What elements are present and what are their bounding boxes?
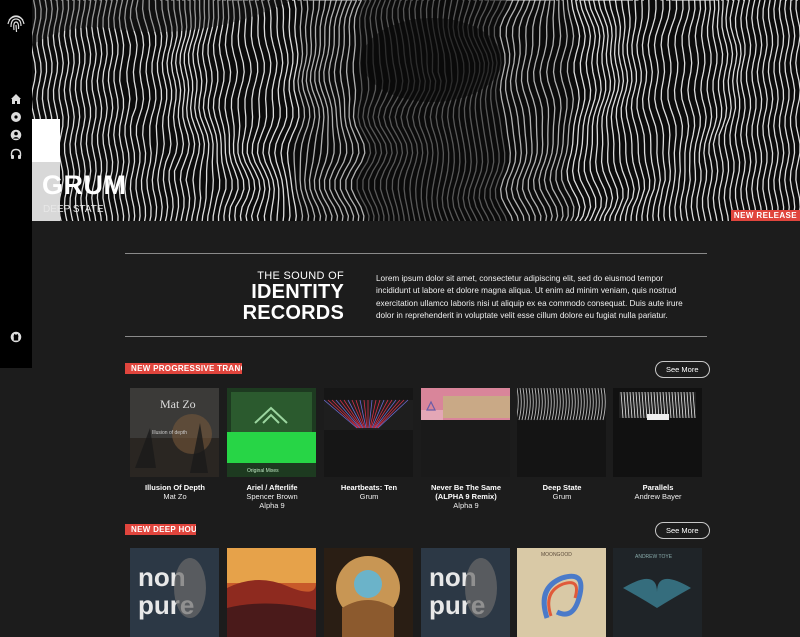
hero-banner[interactable]: GRUM DEEP STATE NEW RELEASE [32,0,800,221]
album-cover-art [324,388,413,477]
album-title[interactable]: Deep State [517,483,607,492]
album-cover[interactable]: ANDREW TOYE [613,548,702,637]
hero-artwork [32,0,800,221]
album-title[interactable]: Ariel / Afterlife [227,483,317,492]
album-title[interactable]: Parallels [613,483,703,492]
hero-title[interactable]: GRUM [42,170,127,201]
album-card[interactable]: MOONGOOD [517,548,607,637]
about-heading-line: RECORDS [242,302,344,324]
album-cover-art: Mat Zo Illusion of depth [130,388,219,477]
album-artist[interactable]: Alpha 9 [421,501,511,510]
home-icon[interactable] [10,93,22,105]
album-cover-art [324,548,413,637]
album-cover-art [517,388,606,477]
album-card[interactable]: Original Mixes Ariel / Afterlife Spencer B… [227,388,317,510]
about-body: Lorem ipsum dolor sit amet, consectetur … [376,274,683,320]
album-cover-art: MOONGOOD [517,548,606,637]
album-cover-art: Original Mixes [227,388,316,477]
album-cover-art [227,548,316,637]
album-card[interactable]: Mat Zo Illusion of depth Illusion Of Depth… [130,388,220,501]
album-cover[interactable]: non pure [130,548,219,637]
section-label: NEW PROGRESSIVE TRANCE [125,363,242,374]
svg-text:ANDREW TOYE: ANDREW TOYE [635,554,673,560]
album-title[interactable]: Heartbeats: Ten [324,483,414,492]
new-release-badge: NEW RELEASE [730,210,800,221]
album-cover-art [613,388,702,477]
section-label: NEW DEEP HOUSE [125,524,196,535]
album-cover-art: nonpure [130,548,219,637]
hero-accent-block [32,119,60,162]
album-cover-art: nonpure [421,548,510,637]
svg-text:Original Mixes: Original Mixes [247,468,279,474]
album-title[interactable]: Never Be The Same (ALPHA 9 Remix) [421,483,511,501]
album-cover[interactable] [227,548,316,637]
see-more-button[interactable]: See More [655,361,710,378]
album-cover[interactable]: Mat Zo Illusion of depth [130,388,219,477]
about-heading: THE SOUND OF IDENTITY RECORDS [125,270,344,324]
album-cover[interactable] [613,388,702,477]
album-cover[interactable]: Original Mixes [227,388,316,477]
album-card[interactable] [227,548,317,637]
album-title[interactable]: Illusion Of Depth [130,483,220,492]
album-artist[interactable]: Grum [517,492,607,501]
section-label-text: NEW DEEP HOUSE [131,525,196,534]
headphones-icon[interactable] [10,148,22,160]
album-cover-art: ANDREW TOYE [613,548,702,637]
album-artist[interactable]: Mat Zo [130,492,220,501]
album-cover[interactable] [324,388,413,477]
album-card[interactable]: ANDREW TOYE [613,548,703,637]
album-cover[interactable] [421,388,510,477]
album-artist[interactable]: Alpha 9 [227,501,317,510]
album-artist[interactable]: Andrew Bayer [613,492,703,501]
album-artist[interactable]: Grum [324,492,414,501]
github-icon[interactable] [10,331,22,343]
album-artist[interactable]: Spencer Brown [227,492,317,501]
disc-icon[interactable] [10,111,22,123]
section-label-text: NEW PROGRESSIVE TRANCE [131,364,242,373]
svg-text:MOONGOOD: MOONGOOD [541,552,572,558]
album-card[interactable]: non pure [421,548,511,637]
sidebar [0,0,32,368]
album-card[interactable] [324,548,414,637]
album-cover[interactable]: non pure [421,548,510,637]
album-card[interactable]: Parallels Andrew Bayer [613,388,703,501]
svg-text:Illusion of depth: Illusion of depth [152,430,187,436]
about-section: THE SOUND OF IDENTITY RECORDS Lorem ipsu… [125,253,707,337]
about-heading-line: IDENTITY [251,281,344,303]
album-cover-art [421,388,510,477]
svg-text:Mat Zo: Mat Zo [160,397,196,411]
album-card[interactable]: Heartbeats: Ten Grum [324,388,414,501]
user-icon[interactable] [10,129,22,141]
album-cover[interactable] [517,388,606,477]
album-card[interactable]: Deep State Grum [517,388,607,501]
album-card[interactable]: Never Be The Same (ALPHA 9 Remix) Alpha 9 [421,388,511,510]
album-card[interactable]: non pure [130,548,220,637]
fingerprint-icon[interactable] [6,12,26,34]
album-cover[interactable] [324,548,413,637]
see-more-button[interactable]: See More [655,522,710,539]
hero-subtitle: DEEP STATE [43,204,104,215]
album-cover[interactable]: MOONGOOD [517,548,606,637]
